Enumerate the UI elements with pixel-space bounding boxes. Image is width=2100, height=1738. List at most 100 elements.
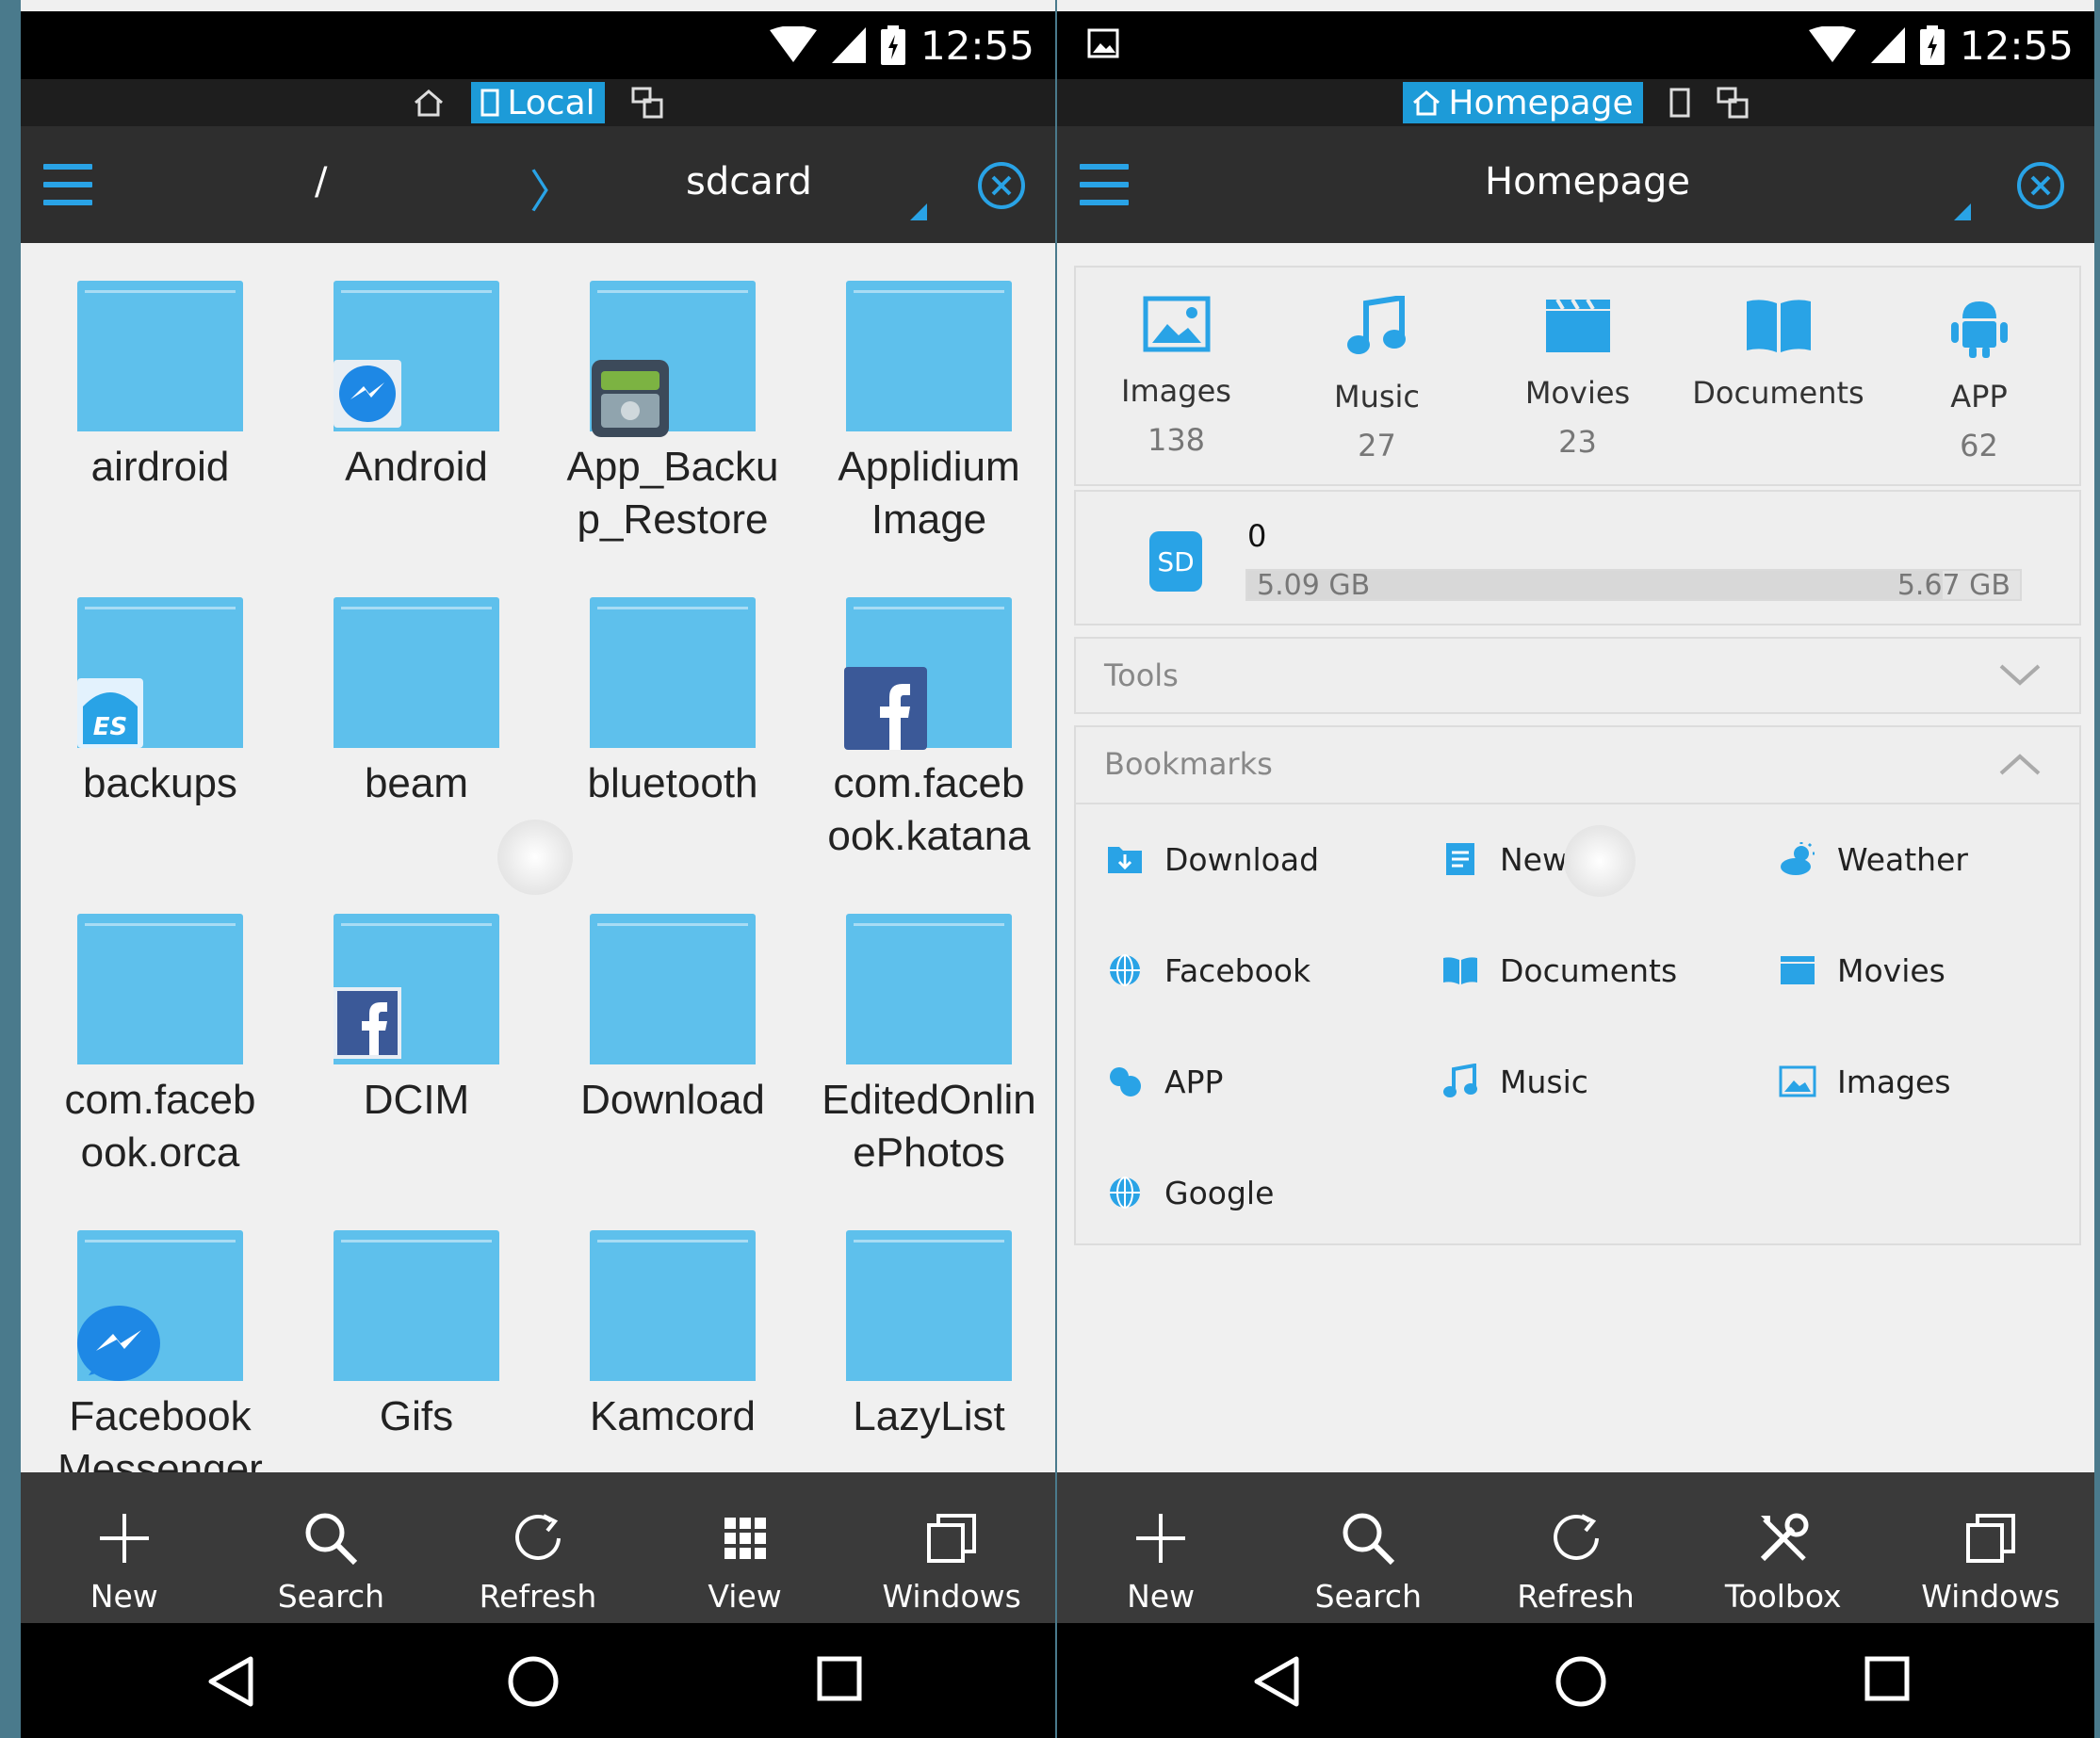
tab-homepage-label: Homepage: [1448, 83, 1634, 122]
bookmark-label: Facebook: [1164, 951, 1311, 989]
bookmark-music[interactable]: Music: [1441, 1063, 1588, 1100]
search-label: Search: [277, 1578, 385, 1615]
tools-section[interactable]: Tools: [1074, 637, 2081, 714]
file-label: Applidium Image: [838, 444, 1020, 543]
category-count: 27: [1358, 428, 1396, 463]
plus-icon: [99, 1514, 149, 1563]
bookmark-movies[interactable]: Movies: [1779, 951, 1945, 989]
home-nav-icon[interactable]: [507, 1655, 560, 1708]
top-toolbar: Homepage: [1057, 126, 2094, 243]
clock: 12:55: [1959, 22, 2074, 69]
storage-name: 0: [1247, 518, 1267, 554]
refresh-button[interactable]: Refresh: [1472, 1472, 1679, 1623]
category-movies[interactable]: Movies 23: [1477, 296, 1678, 460]
close-icon[interactable]: [2015, 160, 2066, 211]
bookmark-download[interactable]: Download: [1106, 840, 1319, 878]
path-dropdown-icon[interactable]: [910, 203, 927, 220]
tools-title: Tools: [1104, 658, 1179, 693]
network-icon[interactable]: [1717, 87, 1749, 119]
category-app[interactable]: APP 62: [1879, 296, 2079, 463]
storage-bar: 5.09 GB 5.67 GB: [1245, 569, 2022, 602]
search-icon: [1343, 1513, 1395, 1566]
file-label: Android: [345, 444, 488, 490]
view-button[interactable]: View: [642, 1472, 849, 1623]
bookmark-images[interactable]: Images: [1779, 1063, 1951, 1100]
chevron-down-icon: [1999, 664, 2041, 686]
bookmarks-header[interactable]: Bookmarks: [1076, 727, 2079, 804]
home-icon: [1413, 90, 1441, 116]
title-dropdown-icon[interactable]: [1954, 203, 1971, 220]
search-button[interactable]: Search: [228, 1472, 435, 1623]
windows-button[interactable]: Windows: [848, 1472, 1055, 1623]
back-icon[interactable]: [205, 1655, 256, 1708]
category-documents[interactable]: Documents: [1678, 296, 1879, 424]
movie-icon: [1779, 951, 1816, 989]
folder-icon: [846, 1230, 1012, 1381]
file-label: EditedOnlin ePhotos: [822, 1077, 1036, 1176]
sd-card-icon: SD: [1149, 531, 1202, 592]
apps-icon: [1106, 1063, 1144, 1100]
refresh-label: Refresh: [479, 1578, 597, 1615]
new-label: New: [1127, 1578, 1196, 1615]
toolbox-button[interactable]: Toolbox: [1680, 1472, 1887, 1623]
page-title: Homepage: [1485, 160, 1691, 203]
search-button[interactable]: Search: [1264, 1472, 1472, 1623]
tab-homepage[interactable]: Homepage: [1403, 82, 1643, 123]
folder-icon: [77, 914, 243, 1064]
location-bar: Homepage: [1057, 79, 2094, 126]
facebook-icon: [844, 667, 927, 754]
path-root[interactable]: /: [315, 160, 327, 203]
folder-icon: [590, 914, 756, 1064]
bookmark-news[interactable]: News: [1441, 840, 1584, 878]
bookmark-documents[interactable]: Documents: [1441, 951, 1677, 989]
path-current[interactable]: sdcard: [686, 160, 812, 203]
folder-icon: [846, 914, 1012, 1064]
phone-icon[interactable]: [1669, 88, 1690, 118]
file-label: airdroid: [90, 444, 230, 490]
category-images[interactable]: Images 138: [1076, 296, 1277, 458]
bookmark-app[interactable]: APP: [1106, 1063, 1223, 1100]
menu-icon[interactable]: [1080, 164, 1129, 205]
tab-local[interactable]: Local: [471, 82, 605, 123]
home-nav-icon[interactable]: [1555, 1655, 1607, 1708]
android-icon: [1950, 301, 2008, 358]
bookmark-weather[interactable]: Weather: [1779, 840, 1968, 878]
category-count: 138: [1147, 422, 1206, 458]
category-count: 62: [1960, 428, 1998, 463]
bookmark-google[interactable]: Google: [1106, 1174, 1274, 1211]
windows-button[interactable]: Windows: [1887, 1472, 2094, 1623]
new-button[interactable]: New: [21, 1472, 228, 1623]
file-label: Gifs: [379, 1393, 454, 1439]
close-icon[interactable]: [976, 160, 1027, 211]
recents-icon[interactable]: [816, 1655, 863, 1702]
file-grid: airdroid Android App_Backu p_Restore Appl…: [21, 243, 1055, 1472]
grid-view-icon: [724, 1518, 766, 1559]
recents-icon[interactable]: [1864, 1655, 1911, 1702]
es-app-icon: ES: [77, 678, 143, 752]
category-label: APP: [1950, 379, 2008, 414]
bookmark-label: APP: [1164, 1063, 1224, 1100]
movie-icon: [1545, 298, 1610, 352]
file-label: DCIM: [363, 1077, 470, 1123]
news-icon: [1441, 840, 1479, 878]
categories-card: Images 138 Music 27 Movies 23 Documents …: [1074, 266, 2081, 486]
menu-icon[interactable]: [43, 164, 92, 205]
category-label: Documents: [1692, 375, 1864, 411]
touch-ripple: [1564, 825, 1636, 897]
storage-used: 5.09 GB: [1257, 569, 1371, 602]
category-music[interactable]: Music 27: [1277, 294, 1477, 463]
file-label: backups: [83, 760, 237, 806]
bookmark-label: Google: [1164, 1174, 1275, 1211]
home-icon[interactable]: [413, 88, 445, 118]
weather-icon: [1779, 840, 1816, 878]
refresh-button[interactable]: Refresh: [434, 1472, 642, 1623]
bookmark-facebook[interactable]: Facebook: [1106, 951, 1310, 989]
storage-card[interactable]: SD 0 5.09 GB 5.67 GB: [1074, 490, 2081, 625]
network-icon[interactable]: [631, 87, 663, 119]
plus-icon: [1136, 1514, 1186, 1563]
back-icon[interactable]: [1251, 1655, 1302, 1708]
folder-icon: [334, 597, 499, 748]
new-button[interactable]: New: [1057, 1472, 1264, 1623]
category-label: Movies: [1524, 375, 1631, 411]
book-icon: [1441, 951, 1479, 989]
